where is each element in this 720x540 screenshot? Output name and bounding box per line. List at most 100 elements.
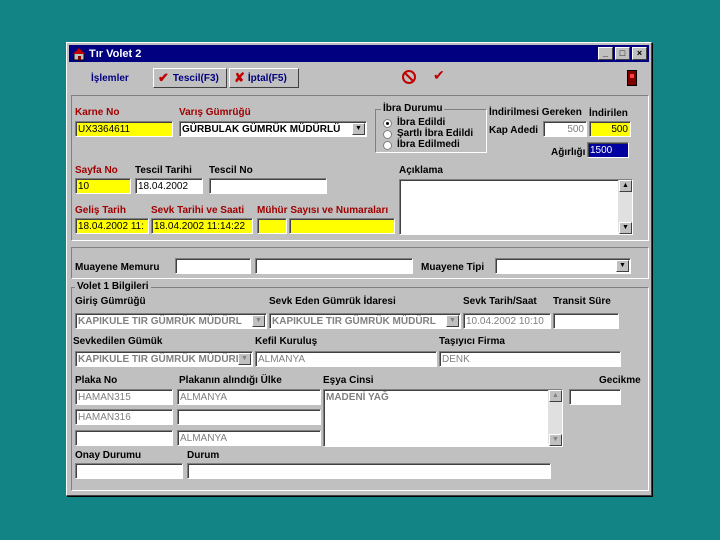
cancel-x-icon: ✘ <box>234 70 245 85</box>
gecikme-field[interactable] <box>569 389 621 405</box>
gelis-tarih-label: Geliş Tarih <box>75 205 126 216</box>
gecikme-label: Gecikme <box>599 375 641 386</box>
tescil-label: Tescil(F3) <box>172 72 219 84</box>
ibra-edildi-label: İbra Edildi <box>397 117 446 128</box>
minimize-button[interactable]: _ <box>598 47 613 60</box>
indirilen-label: İndirilen <box>589 108 628 119</box>
onay-durumu-label: Onay Durumu <box>75 450 142 461</box>
plaka-field-2[interactable]: HAMAN316 <box>75 409 173 425</box>
kap-adedi-field[interactable]: 500 <box>543 121 587 137</box>
sevk-eden-value: KAPIKULE TIR GÜMRÜK MÜDÜRL <box>272 316 436 327</box>
durum-label: Durum <box>187 450 220 461</box>
karne-no-field[interactable]: UX3364611 <box>75 121 173 137</box>
app-icon <box>72 47 86 61</box>
tasiyici-field[interactable]: DENK <box>439 351 621 367</box>
muhur-sayisi-field[interactable] <box>257 218 287 234</box>
ulke-label: Plakanın alındığı Ülke <box>179 375 282 386</box>
muhur-label: Mühür Sayısı ve Numaraları <box>257 205 389 216</box>
ulke-field-1[interactable]: ALMANYA <box>177 389 321 405</box>
onay-durumu-field[interactable] <box>75 463 183 479</box>
agirlik-field[interactable]: 1500 <box>587 142 629 158</box>
varis-gumrugu-value: GÜRBULAK GÜMRÜK MÜDÜRLÜ <box>182 124 341 135</box>
kefil-field[interactable]: ALMANYA <box>255 351 437 367</box>
ibra-edildi-radio[interactable] <box>383 119 392 128</box>
ibra-edilmedi-label: İbra Edilmedi <box>397 139 460 150</box>
plaka-field-1[interactable]: HAMAN315 <box>75 389 173 405</box>
sartli-ibra-label: Şartlı İbra Edildi <box>397 128 474 139</box>
sartli-ibra-radio[interactable] <box>383 130 392 139</box>
chevron-down-icon[interactable]: ▼ <box>238 353 251 365</box>
volet-window: Tır Volet 2 _ □ × İşlemler ✔ Tescil(F3) … <box>66 42 652 496</box>
varis-gumrugu-label: Varış Gümrüğü <box>179 107 251 118</box>
transit-sure-label: Transit Süre <box>553 296 611 307</box>
ulke-field-2[interactable] <box>177 409 321 425</box>
islemler-menu[interactable]: İşlemler <box>91 73 129 84</box>
chevron-down-icon[interactable]: ▼ <box>352 123 365 135</box>
sevk-tarihi-field[interactable]: 18.04.2002 11:14:22 <box>151 218 253 234</box>
iptal-button[interactable]: ✘ İptal(F5) <box>229 68 299 88</box>
scroll-down-icon[interactable]: ▼ <box>619 222 632 234</box>
ibra-edilmedi-radio[interactable] <box>383 141 392 150</box>
sevk-eden-label: Sevk Eden Gümrük İdaresi <box>269 296 396 307</box>
title-bar[interactable]: Tır Volet 2 _ □ × <box>69 45 649 62</box>
esya-cinsi-value: MADENİ YAĞ <box>326 392 389 403</box>
aciklama-textarea[interactable]: ▲ ▼ <box>399 179 633 235</box>
scroll-up-icon[interactable]: ▲ <box>619 180 632 192</box>
muayene-memuru-field[interactable] <box>175 258 251 274</box>
muhur-numaralari-field[interactable] <box>289 218 395 234</box>
agirlik-label: Ağırlığı <box>551 147 586 158</box>
sayfa-no-label: Sayfa No <box>75 165 118 176</box>
check-icon: ✔ <box>158 70 169 85</box>
tescil-no-label: Tescil No <box>209 165 253 176</box>
sevk-tarihi-label: Sevk Tarihi ve Saati <box>151 205 245 216</box>
iptal-label: İptal(F5) <box>247 72 287 84</box>
scroll-down-icon[interactable]: ▼ <box>549 434 562 446</box>
sevk-tarih-saat-label: Sevk Tarih/Saat <box>463 296 537 307</box>
esya-cinsi-textarea[interactable]: MADENİ YAĞ ▲ ▼ <box>323 389 563 447</box>
varis-gumrugu-select[interactable]: GÜRBULAK GÜMRÜK MÜDÜRLÜ ▼ <box>179 121 367 137</box>
muayene-memuru-name-field[interactable] <box>255 258 413 274</box>
kefil-label: Kefil Kuruluş <box>255 336 318 347</box>
plaka-no-label: Plaka No <box>75 375 118 386</box>
prohibit-icon[interactable] <box>401 69 417 85</box>
indirilen-kap-field[interactable]: 500 <box>589 121 631 137</box>
esya-cinsi-label: Eşya Cinsi <box>323 375 374 386</box>
indirilmesi-gereken-label: İndirilmesi Gereken <box>489 107 582 118</box>
aciklama-label: Açıklama <box>399 165 443 176</box>
tescil-no-field[interactable] <box>209 178 327 194</box>
ulke-field-3[interactable]: ALMANYA <box>177 430 321 446</box>
chevron-down-icon[interactable]: ▼ <box>446 315 459 327</box>
ibra-durumu-label: İbra Durumu <box>381 103 445 114</box>
tescil-tarihi-field[interactable]: 18.04.2002 <box>135 178 203 194</box>
window-title: Tır Volet 2 <box>89 47 142 60</box>
sevk-tarih-saat-field[interactable]: 10.04.2002 10:10 <box>463 313 551 329</box>
sayfa-no-field[interactable]: 10 <box>75 178 131 194</box>
sevk-eden-select[interactable]: KAPIKULE TIR GÜMRÜK MÜDÜRL ▼ <box>269 313 461 329</box>
kap-adedi-label: Kap Adedi <box>489 125 539 136</box>
chevron-down-icon[interactable]: ▼ <box>252 315 265 327</box>
gelis-tarih-field[interactable]: 18.04.2002 11: <box>75 218 149 234</box>
sevkedilen-label: Sevkedilen Gümük <box>73 336 163 347</box>
tescil-tarihi-label: Tescil Tarihi <box>135 165 192 176</box>
muayene-memuru-label: Muayene Memuru <box>75 262 160 273</box>
giris-gumrugu-label: Giriş Gümrüğü <box>75 296 146 307</box>
giris-gumrugu-value: KAPIKULE TIR GÜMRÜK MÜDÜRL <box>78 316 242 327</box>
scroll-up-icon[interactable]: ▲ <box>549 390 562 402</box>
giris-gumrugu-select[interactable]: KAPIKULE TIR GÜMRÜK MÜDÜRL ▼ <box>75 313 267 329</box>
muayene-tipi-label: Muayene Tipi <box>421 262 485 273</box>
exit-door-icon[interactable] <box>627 70 637 86</box>
sevkedilen-value: KAPIKULE TIR GÜMRÜK MÜDÜRL <box>78 354 242 365</box>
chevron-down-icon[interactable]: ▼ <box>616 260 629 272</box>
transit-sure-field[interactable] <box>553 313 619 329</box>
sevkedilen-select[interactable]: KAPIKULE TIR GÜMRÜK MÜDÜRL ▼ <box>75 351 253 367</box>
close-button[interactable]: × <box>632 47 647 60</box>
maximize-button[interactable]: □ <box>615 47 630 60</box>
plaka-field-3[interactable] <box>75 430 173 446</box>
karne-no-label: Karne No <box>75 107 120 118</box>
durum-field[interactable] <box>187 463 551 479</box>
tasiyici-label: Taşıyıcı Firma <box>439 336 505 347</box>
volet-group-label: Volet 1 Bilgileri <box>75 281 151 292</box>
confirm-check-icon[interactable]: ✔ <box>433 67 445 84</box>
tescil-button[interactable]: ✔ Tescil(F3) <box>153 68 227 88</box>
muayene-tipi-select[interactable]: ▼ <box>495 258 631 274</box>
